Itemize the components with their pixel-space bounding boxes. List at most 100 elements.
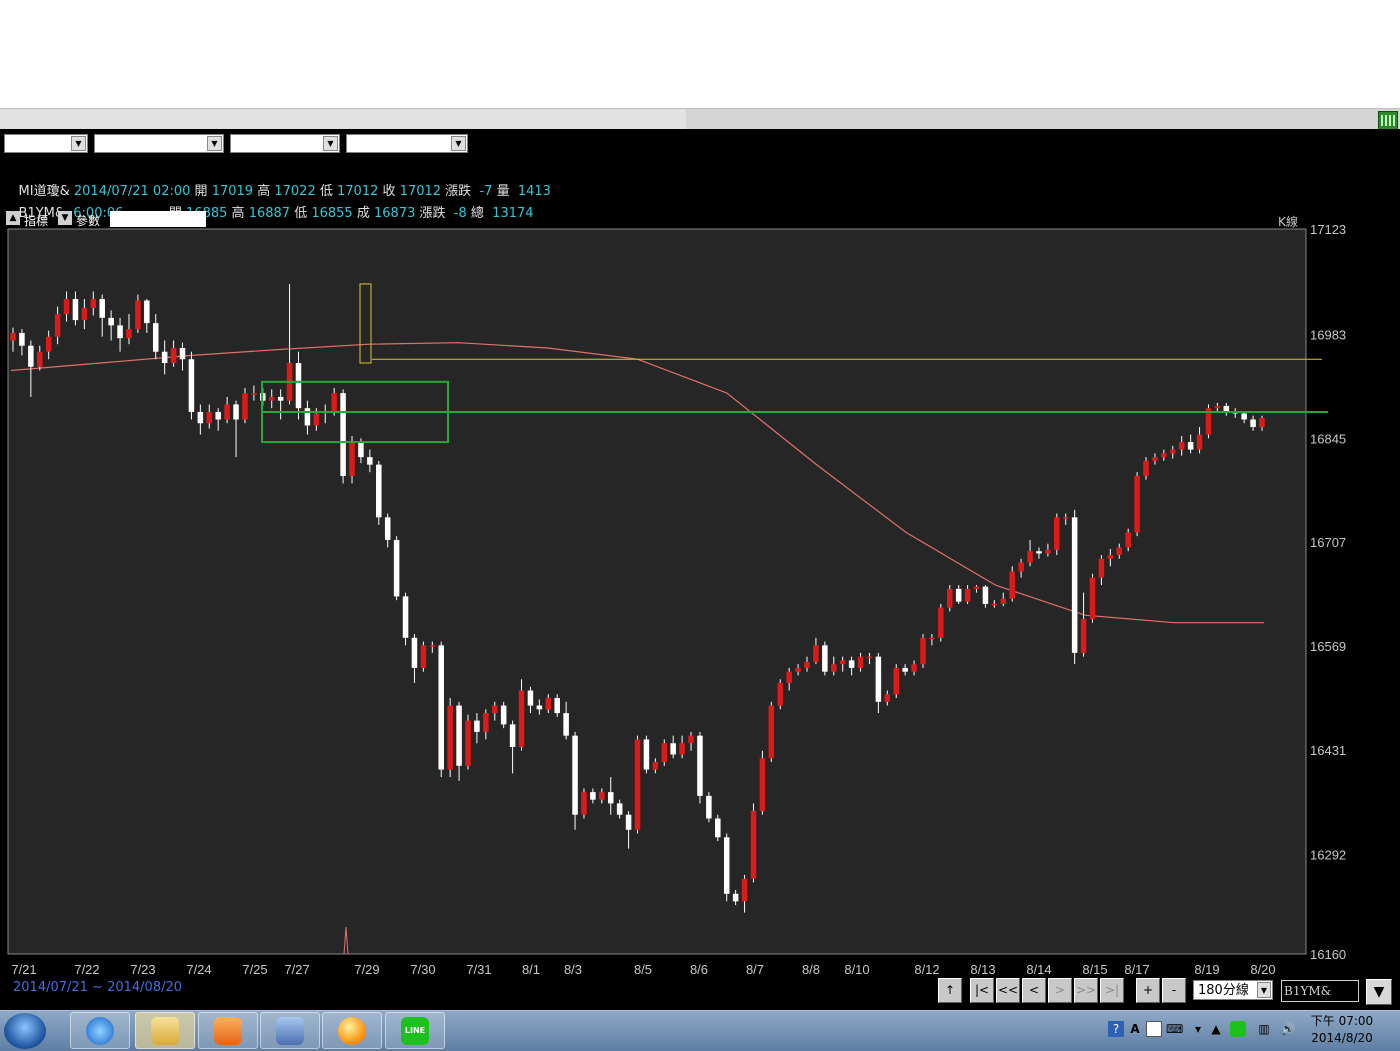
market-select[interactable]: 期貨 ▼ <box>4 134 88 171</box>
expand-down-button[interactable]: ▼ <box>1366 979 1392 1005</box>
dropdown-arrow-icon[interactable]: ▼ <box>207 136 222 151</box>
candle-body <box>108 317 114 326</box>
candle-body <box>902 667 908 672</box>
half-width-icon[interactable] <box>1146 1021 1162 1037</box>
candle-body <box>1062 517 1069 519</box>
x-tick-label: 8/13 <box>970 962 995 977</box>
products-select[interactable]: 全商品 (ALL) ▼ <box>94 134 224 171</box>
candle-body <box>715 818 721 838</box>
dropdown-arrow-icon[interactable]: ▼ <box>71 136 86 151</box>
dropdown-arrow-icon[interactable]: ▼ <box>451 136 466 151</box>
candle-body <box>242 393 248 420</box>
candle-body <box>215 411 221 420</box>
x-tick-label: 7/23 <box>130 962 155 977</box>
candle-body <box>759 758 766 811</box>
candle-body <box>813 645 819 662</box>
nav-prev-page-button[interactable]: << <box>996 978 1020 1003</box>
symbol-input[interactable]: B1YM& <box>1281 980 1359 1002</box>
candle-body <box>946 588 953 608</box>
month-select[interactable]: 近一 ▼ <box>230 134 340 171</box>
x-tick-label: 8/19 <box>1194 962 1219 977</box>
candle-body <box>1161 453 1167 458</box>
nav-first-button[interactable]: |< <box>970 978 994 1003</box>
y-tick-label: 16160 <box>1310 947 1346 962</box>
x-tick-label: 7/21 <box>11 962 36 977</box>
candle-body <box>474 720 480 732</box>
titlebar-highlight <box>0 109 686 130</box>
x-tick-label: 8/17 <box>1124 962 1149 977</box>
candle-body <box>839 660 846 665</box>
period-select[interactable]: 180分線 ▼ <box>1193 980 1273 1000</box>
candle-body <box>268 396 275 401</box>
x-tick-label: 8/7 <box>746 962 764 977</box>
y-tick-label: 16707 <box>1310 535 1346 550</box>
candle-body <box>277 396 284 401</box>
candle-body <box>90 299 97 309</box>
candle-body <box>1071 517 1078 653</box>
dropdown-arrow-icon[interactable]: ▼ <box>323 136 338 151</box>
candle-body <box>367 457 373 465</box>
candlestick-chart[interactable]: 17123 16983 16845 16707 16569 16431 16292 16160… <box>0 212 1400 977</box>
candle-body <box>581 792 587 815</box>
clock-date: 2014/8/20 <box>1311 1031 1373 1045</box>
zoom-in-button[interactable]: + <box>1136 978 1160 1003</box>
nav-prev-button[interactable]: < <box>1022 978 1046 1003</box>
taskbar-orb-button[interactable] <box>322 1012 382 1049</box>
system-clock[interactable]: 下午 07:00 2014/8/20 <box>1308 1013 1376 1047</box>
candle-body <box>599 792 605 800</box>
candle-body <box>875 656 882 702</box>
font-a-icon[interactable]: A <box>1127 1021 1143 1037</box>
line-tray-icon[interactable] <box>1230 1021 1246 1037</box>
candle-body <box>1045 549 1051 554</box>
candle-body <box>54 314 61 337</box>
candle-body <box>144 300 150 324</box>
nav-up-button[interactable]: ↑ <box>938 978 962 1003</box>
taskbar-explorer-button[interactable] <box>135 1012 195 1049</box>
candle-body <box>429 645 436 647</box>
x-tick-label: 8/14 <box>1026 962 1051 977</box>
contract-select[interactable]: MI道瓊0914 ▼ <box>346 134 468 171</box>
candle-body <box>72 299 79 321</box>
candle-body <box>393 539 400 597</box>
dropdown-arrow-icon[interactable]: ▼ <box>1257 982 1271 998</box>
start-button[interactable] <box>4 1013 46 1049</box>
window-grid-icon[interactable] <box>1378 111 1398 130</box>
candle-body <box>857 656 864 668</box>
candle-body <box>224 404 230 420</box>
candle-body <box>161 351 168 364</box>
volume-icon[interactable]: 🔊 <box>1280 1021 1296 1037</box>
candle-body <box>99 299 105 318</box>
line-icon: LINE <box>401 1017 429 1045</box>
candle-body <box>768 705 775 759</box>
taskbar-media-button[interactable] <box>198 1012 258 1049</box>
tray-options-icon[interactable]: ▾ <box>1190 1021 1206 1037</box>
candle-body <box>358 442 364 458</box>
candle-body <box>1125 532 1131 548</box>
period-select-value: 180分線 <box>1198 983 1249 998</box>
x-tick-label: 7/30 <box>410 962 435 977</box>
x-tick-label: 8/8 <box>802 962 820 977</box>
network-icon[interactable]: ▥ <box>1256 1021 1272 1037</box>
nav-next-page-button[interactable]: >> <box>1074 978 1098 1003</box>
candle-body <box>1250 419 1256 428</box>
taskbar-ie-button[interactable] <box>70 1012 130 1049</box>
zoom-out-button[interactable]: - <box>1162 978 1186 1003</box>
candle-body <box>732 893 739 902</box>
candle-body <box>616 803 623 815</box>
candle-body <box>795 667 801 672</box>
taskbar-line-button[interactable]: LINE <box>385 1012 445 1049</box>
candle-body <box>384 517 391 540</box>
candle-body <box>465 720 471 766</box>
show-hidden-icons-icon[interactable]: ▲ <box>1208 1021 1224 1037</box>
y-tick-label: 16845 <box>1310 431 1346 446</box>
input-method-icon[interactable]: ? <box>1108 1021 1124 1037</box>
keyboard-icon[interactable]: ⌨ <box>1166 1021 1183 1037</box>
nav-next-button[interactable]: > <box>1048 978 1072 1003</box>
taskbar-app-button[interactable] <box>260 1012 320 1049</box>
candle-body <box>831 664 837 672</box>
candle-body <box>625 814 632 830</box>
candle-body <box>973 586 980 589</box>
internet-explorer-icon <box>86 1017 114 1045</box>
nav-last-button[interactable]: >| <box>1100 978 1124 1003</box>
y-tick-label: 16292 <box>1310 848 1346 863</box>
